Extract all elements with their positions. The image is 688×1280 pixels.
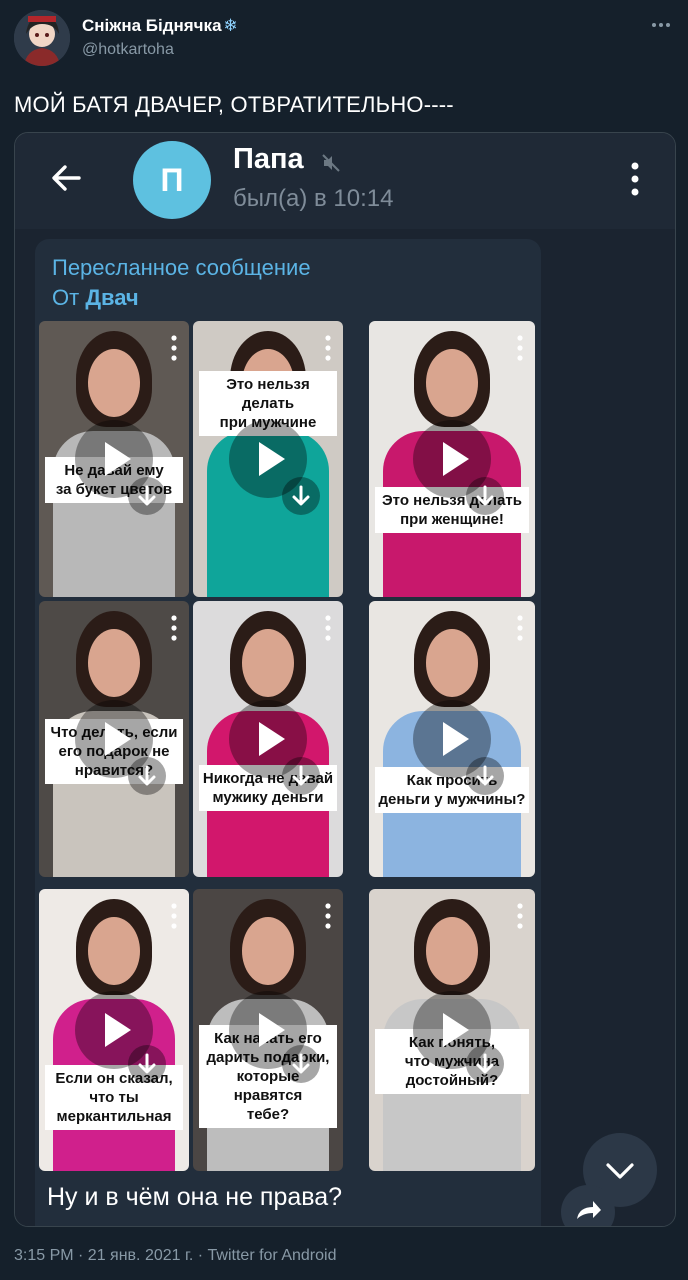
video-menu-icon (517, 903, 523, 929)
forwarded-from-name: Двач (85, 285, 139, 310)
download-icon (466, 1045, 504, 1083)
video-menu-icon (325, 903, 331, 929)
person-face (88, 349, 140, 417)
telegram-chat-header: П Папа был(а) в 10:14 (15, 133, 675, 229)
tweet-media-image[interactable]: П Папа был(а) в 10:14 Пересланное сообще… (14, 132, 676, 1227)
video-menu-icon (325, 335, 331, 361)
forwarded-label: Пересланное сообщение (52, 255, 311, 280)
video-thumbnail: Как понять, что мужчина достойный? (369, 889, 535, 1171)
person-face (426, 629, 478, 697)
menu-dots-icon (631, 162, 639, 196)
person-face (88, 629, 140, 697)
video-thumbnail: Что делать, если его подарок не нравится… (39, 601, 189, 877)
person-face (88, 917, 140, 985)
chat-name: Папа (233, 143, 304, 175)
author-avatar[interactable] (14, 10, 70, 66)
download-icon (128, 1045, 166, 1083)
forwarded-from: От Двач (52, 285, 139, 311)
download-icon (282, 1045, 320, 1083)
chat-status: был(а) в 10:14 (233, 185, 394, 212)
download-icon (128, 757, 166, 795)
more-options-icon[interactable] (650, 14, 672, 36)
video-thumbnail: Как просить деньги у мужчины? (369, 601, 535, 877)
author-name[interactable]: Сніжна Біднячка ❄ (82, 16, 238, 36)
author-handle[interactable]: @hotkartoha (82, 41, 174, 59)
tweet-meta: 3:15 PM · 21 янв. 2021 г. · Twitter for … (14, 1247, 337, 1264)
video-thumbnail: Это нельзя делать при мужчине (193, 321, 343, 597)
video-menu-icon (517, 335, 523, 361)
download-icon (128, 477, 166, 515)
tweet-text: МОЙ БАТЯ ДВАЧЕР, ОТВРАТИТЕЛЬНО---- (14, 92, 454, 117)
download-icon (466, 477, 504, 515)
video-thumbnail: Как начать его дарить подарки, которые н… (193, 889, 343, 1171)
back-arrow-icon (52, 165, 81, 191)
snowflake-icon: ❄ (223, 16, 238, 35)
person-face (242, 629, 294, 697)
video-thumbnail: Никогда не давай мужику деньги (193, 601, 343, 877)
download-icon (466, 757, 504, 795)
person-face (426, 349, 478, 417)
mute-icon (322, 154, 340, 172)
download-icon (282, 757, 320, 795)
forwarded-from-prefix: От (52, 285, 80, 310)
share-button (561, 1185, 615, 1226)
video-thumbnail: Не давай ему за букет цветов (39, 321, 189, 597)
message-text: Ну и в чём она не права? (47, 1183, 343, 1211)
author-name-text: Сніжна Біднячка (82, 16, 222, 35)
forwarded-message-bubble: Пересланное сообщение От Двач Не давай е… (35, 239, 541, 1226)
video-menu-icon (171, 335, 177, 361)
video-thumbnail: Это нельзя делать при женщине! (369, 321, 535, 597)
video-menu-icon (517, 615, 523, 641)
person-face (426, 917, 478, 985)
download-icon (282, 477, 320, 515)
video-menu-icon (325, 615, 331, 641)
chat-avatar: П (133, 141, 211, 219)
share-arrow-icon (577, 1201, 601, 1219)
video-menu-icon (171, 903, 177, 929)
video-menu-icon (171, 615, 177, 641)
person-face (242, 917, 294, 985)
video-thumbnail: Если он сказал, что ты меркантильная (39, 889, 189, 1171)
